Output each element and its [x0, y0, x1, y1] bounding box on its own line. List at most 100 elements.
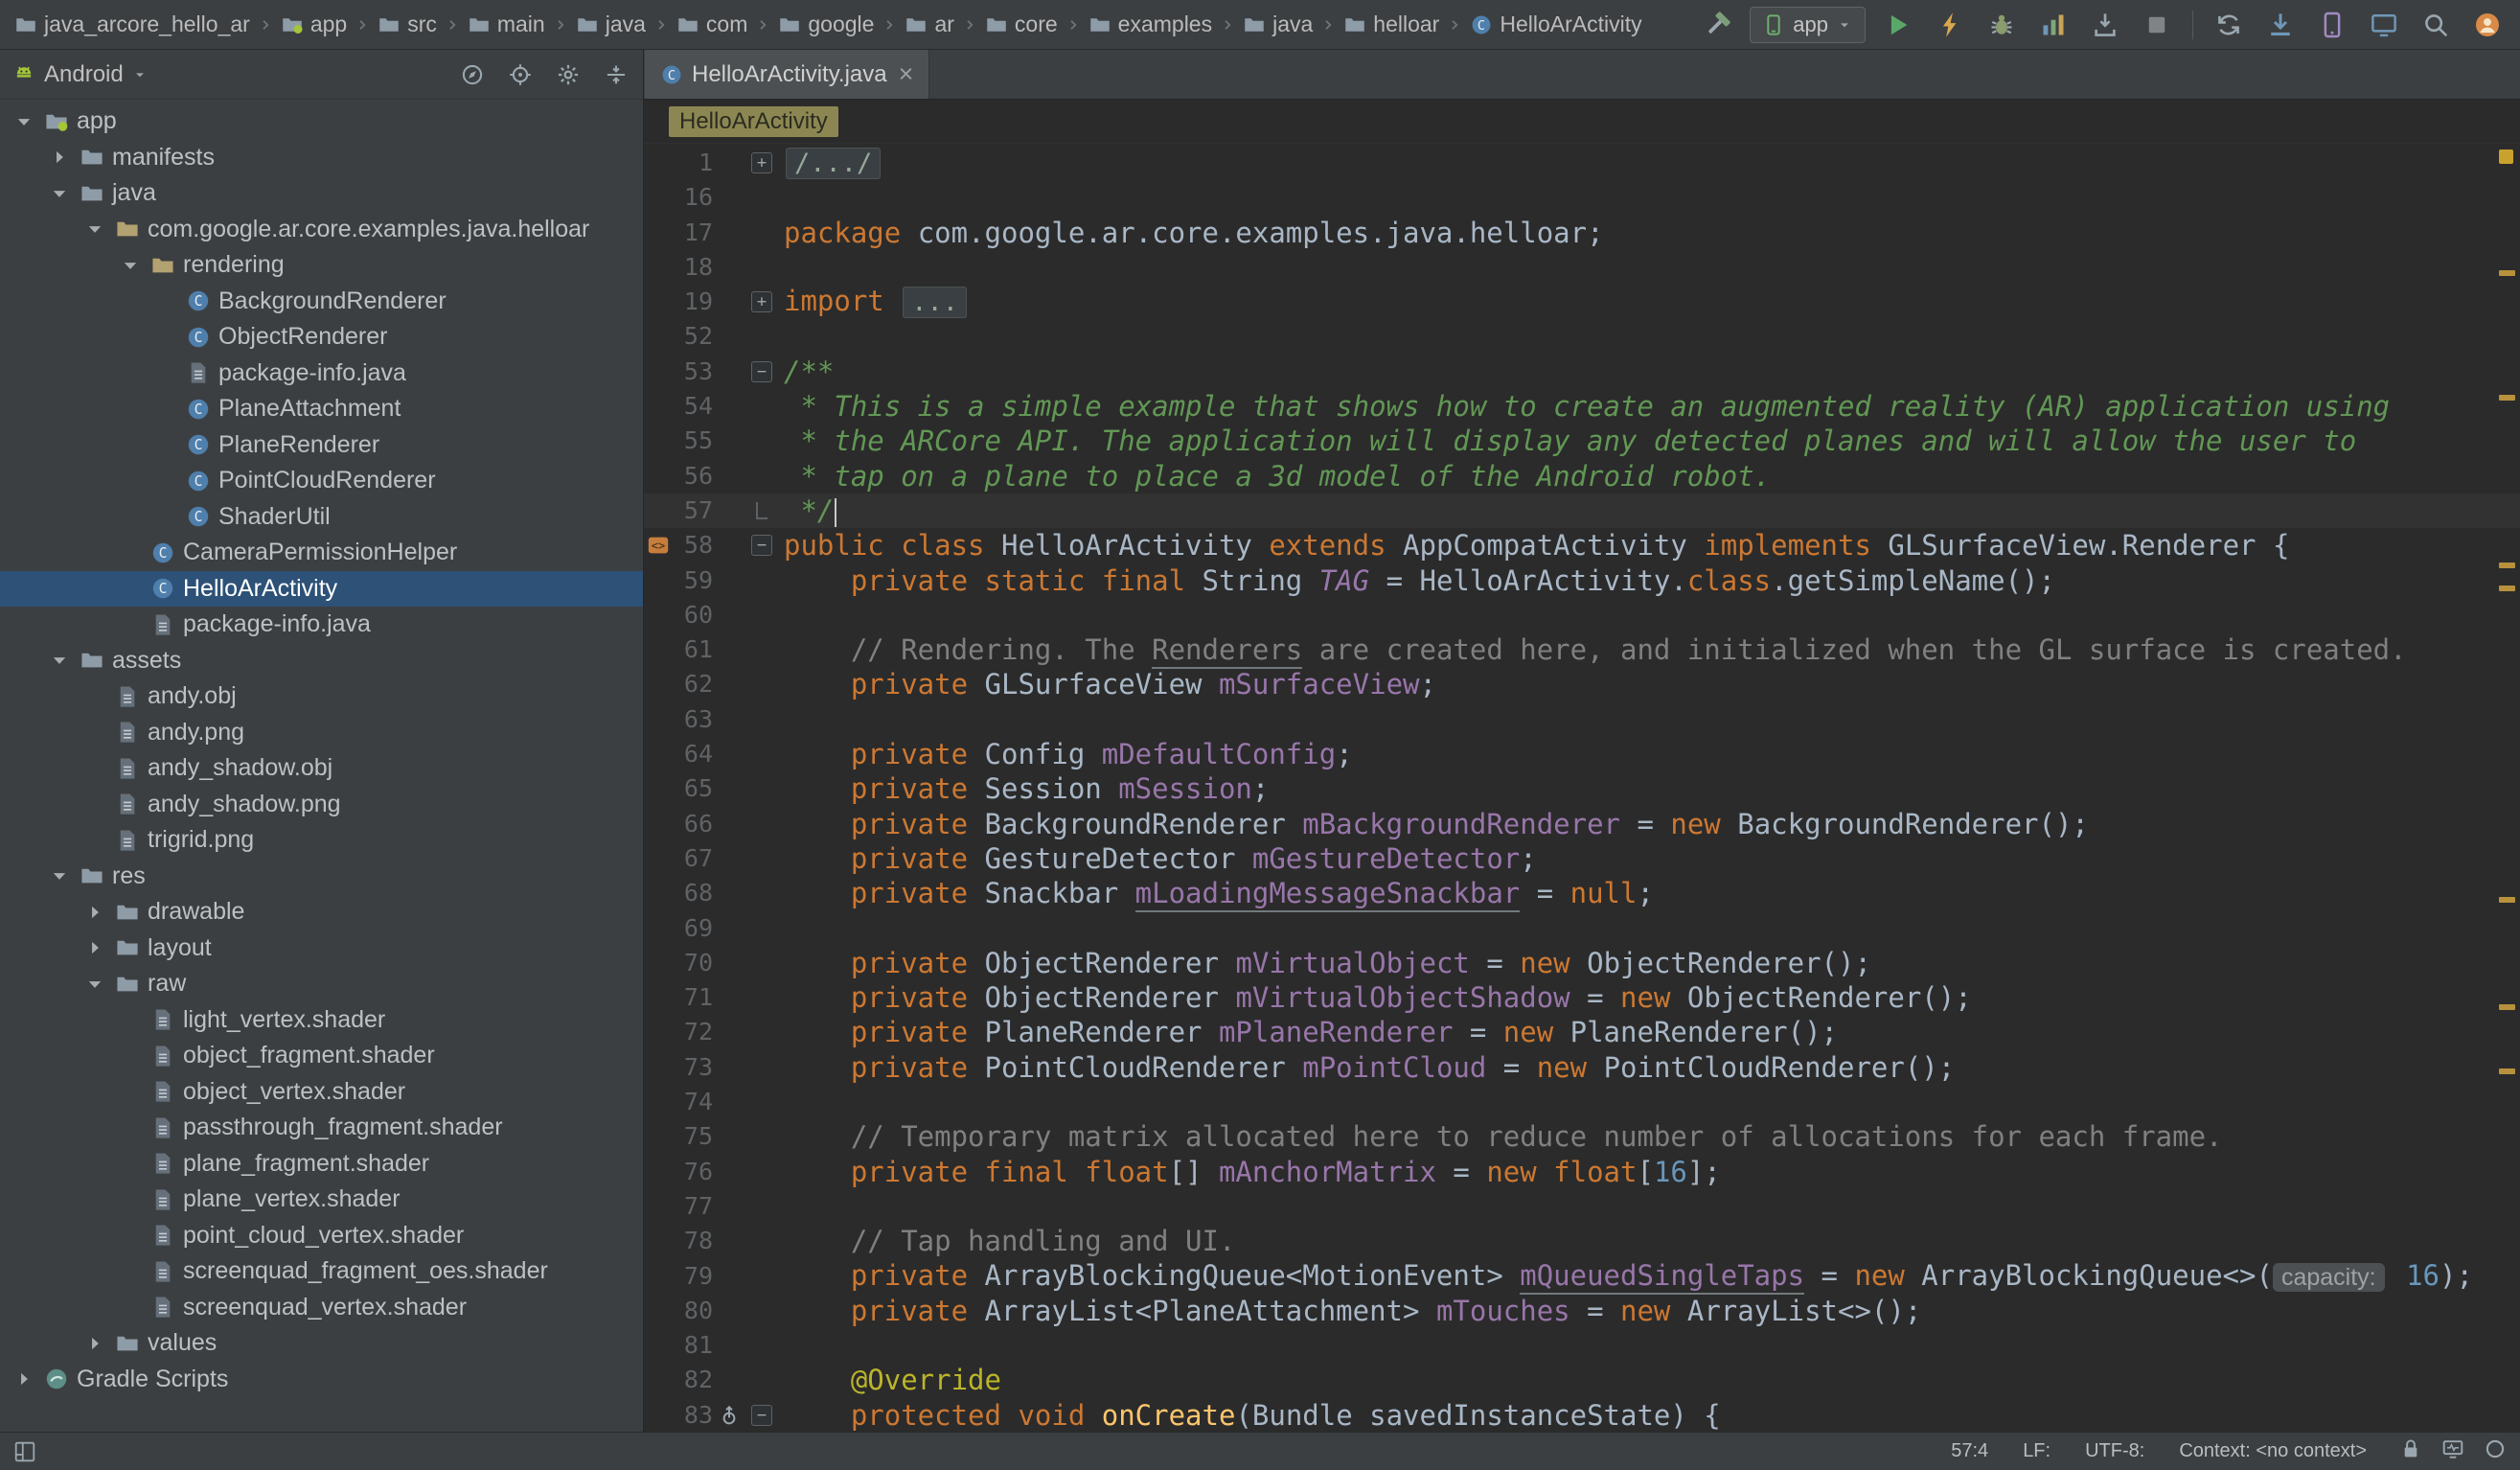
code-line-58[interactable]: <>58−public class HelloArActivity extend… [644, 528, 2520, 563]
tree-item-values[interactable]: values [0, 1325, 643, 1362]
code-line-52[interactable]: 52 [644, 319, 2520, 354]
warning-stripe-mark[interactable] [2499, 897, 2515, 903]
code-text[interactable]: import ... [778, 284, 969, 320]
code-text[interactable]: private Snackbar mLoadingMessageSnackbar… [778, 876, 1654, 910]
code-text[interactable]: // Rendering. The Renderers are created … [778, 632, 2407, 667]
code-line-16[interactable]: 16 [644, 180, 2520, 215]
collapse-button[interactable] [601, 59, 631, 90]
code-line-76[interactable]: 76 private final float[] mAnchorMatrix =… [644, 1155, 2520, 1189]
tab-helloaractivity-java[interactable]: C HelloArActivity.java × [645, 50, 929, 99]
code-text[interactable]: private GLSurfaceView mSurfaceView; [778, 667, 1436, 701]
status-caret-position[interactable]: 57:4 [1951, 1440, 1988, 1462]
tree-item-app[interactable]: app [0, 103, 643, 140]
tree-item-gradle-scripts[interactable]: Gradle Scripts [0, 1362, 643, 1398]
tree-item-camerapermissionhelper[interactable]: CCameraPermissionHelper [0, 535, 643, 571]
tree-item-shaderutil[interactable]: CShaderUtil [0, 499, 643, 536]
tree-item-passthrough-fragment-shader[interactable]: passthrough_fragment.shader [0, 1110, 643, 1146]
code-text[interactable]: private ArrayBlockingQueue<MotionEvent> … [778, 1258, 2473, 1295]
tree-item-plane-vertex-shader[interactable]: plane_vertex.shader [0, 1182, 643, 1218]
code-line-56[interactable]: 56 * tap on a plane to place a 3d model … [644, 459, 2520, 494]
compass-button[interactable] [457, 59, 488, 90]
code-line-78[interactable]: 78 // Tap handling and UI. [644, 1224, 2520, 1258]
path-item-helloar[interactable]: helloar [1339, 10, 1444, 39]
warning-stripe-mark[interactable] [2499, 563, 2515, 568]
code-line-81[interactable]: 81 [644, 1328, 2520, 1363]
code-line-53[interactable]: 53−/** [644, 355, 2520, 389]
error-stripe-scrollbar[interactable] [2493, 144, 2520, 1432]
apply-changes-button[interactable] [1931, 6, 1969, 44]
tree-item-andy-shadow-png[interactable]: andy_shadow.png [0, 787, 643, 823]
code-text[interactable]: public class HelloArActivity extends App… [778, 528, 2289, 563]
code-text[interactable]: private BackgroundRenderer mBackgroundRe… [778, 807, 2089, 841]
code-line-72[interactable]: 72 private PlaneRenderer mPlaneRenderer … [644, 1015, 2520, 1049]
warning-stripe-mark[interactable] [2499, 270, 2515, 276]
fold-marker-expanded[interactable]: − [751, 535, 772, 556]
run-button[interactable] [1879, 6, 1917, 44]
status-status-circle-button[interactable] [2484, 1437, 2507, 1466]
code-line-54[interactable]: 54 * This is a simple example that shows… [644, 389, 2520, 424]
code-text[interactable]: private Session mSession; [778, 771, 1269, 806]
code-text[interactable]: // Temporary matrix allocated here to re… [778, 1119, 2223, 1154]
code-text[interactable]: * tap on a plane to place a 3d model of … [778, 459, 1771, 494]
code-text[interactable]: /.../ [778, 145, 882, 181]
code-line-66[interactable]: 66 private BackgroundRenderer mBackgroun… [644, 807, 2520, 841]
status-line-ending[interactable]: LF: [2023, 1440, 2050, 1462]
code-line-75[interactable]: 75 // Temporary matrix allocated here to… [644, 1119, 2520, 1154]
tree-item-backgroundrenderer[interactable]: CBackgroundRenderer [0, 284, 643, 320]
status-encoding[interactable]: UTF-8: [2085, 1440, 2144, 1462]
warning-stripe-mark[interactable] [2499, 1068, 2515, 1074]
code-line-77[interactable]: 77 [644, 1189, 2520, 1224]
tree-item-pointcloudrenderer[interactable]: CPointCloudRenderer [0, 463, 643, 499]
stop-button[interactable] [2138, 6, 2176, 44]
fold-marker-collapsed[interactable]: + [751, 291, 772, 312]
code-line-65[interactable]: 65 private Session mSession; [644, 771, 2520, 806]
gutter-annotation[interactable] [713, 1404, 745, 1427]
tree-item-planeattachment[interactable]: CPlaneAttachment [0, 391, 643, 427]
code-line-74[interactable]: 74 [644, 1085, 2520, 1119]
tree-item-raw[interactable]: raw [0, 966, 643, 1002]
tree-item-trigrid-png[interactable]: trigrid.png [0, 822, 643, 859]
tree-item-java[interactable]: java [0, 175, 643, 212]
code-line-57[interactable]: 57 */ [644, 494, 2520, 528]
toolwindow-toggle-icon[interactable] [13, 1440, 36, 1463]
tree-item-screenquad-fragment-oes-shader[interactable]: screenquad_fragment_oes.shader [0, 1253, 643, 1290]
tree-item-package-info-java[interactable]: package-info.java [0, 607, 643, 643]
gear-button[interactable] [553, 59, 584, 90]
path-item-examples[interactable]: examples [1084, 10, 1217, 39]
fold-marker-collapsed[interactable]: + [751, 152, 772, 173]
tree-item-com-google-ar-core-examples-java-helloar[interactable]: com.google.ar.core.examples.java.helloar [0, 212, 643, 248]
warning-stripe-mark[interactable] [2499, 1004, 2515, 1010]
tree-item-plane-fragment-shader[interactable]: plane_fragment.shader [0, 1146, 643, 1183]
code-line-73[interactable]: 73 private PointCloudRenderer mPointClou… [644, 1050, 2520, 1085]
path-item-core[interactable]: core [980, 10, 1063, 39]
target-button[interactable] [505, 59, 536, 90]
code-text[interactable]: */ [778, 494, 836, 528]
code-line-64[interactable]: 64 private Config mDefaultConfig; [644, 737, 2520, 771]
code-text[interactable]: // Tap handling and UI. [778, 1224, 1235, 1258]
tree-item-helloaractivity[interactable]: CHelloArActivity [0, 571, 643, 608]
path-item-com[interactable]: com [672, 10, 752, 39]
tree-item-andy-shadow-obj[interactable]: andy_shadow.obj [0, 750, 643, 787]
warning-stripe-mark[interactable] [2499, 395, 2515, 401]
path-item-java_arcore_hello_ar[interactable]: java_arcore_hello_ar [10, 10, 255, 39]
build-hammer-button[interactable] [1698, 6, 1736, 44]
code-line-70[interactable]: 70 private ObjectRenderer mVirtualObject… [644, 946, 2520, 980]
tree-item-drawable[interactable]: drawable [0, 894, 643, 930]
code-text[interactable]: private ObjectRenderer mVirtualObjectSha… [778, 980, 1972, 1015]
code-line-61[interactable]: 61 // Rendering. The Renderers are creat… [644, 632, 2520, 667]
fold-marker-end[interactable] [756, 502, 767, 519]
code-text[interactable]: private PlaneRenderer mPlaneRenderer = n… [778, 1015, 1838, 1049]
code-text[interactable]: * This is a simple example that shows ho… [778, 389, 2390, 424]
tree-item-planerenderer[interactable]: CPlaneRenderer [0, 427, 643, 464]
tree-item-res[interactable]: res [0, 859, 643, 895]
status-event-monitor-button[interactable] [2441, 1437, 2464, 1466]
sdk-download-button[interactable] [2261, 6, 2300, 44]
path-item-src[interactable]: src [373, 10, 442, 39]
device-monitor-button[interactable] [2365, 6, 2403, 44]
code-line-83[interactable]: 83− protected void onCreate(Bundle saved… [644, 1398, 2520, 1432]
warning-stripe-mark[interactable] [2499, 586, 2515, 591]
close-tab-icon[interactable]: × [899, 61, 914, 87]
code-line-69[interactable]: 69 [644, 911, 2520, 946]
code-line-55[interactable]: 55 * the ARCore API. The application wil… [644, 424, 2520, 458]
tree-item-point-cloud-vertex-shader[interactable]: point_cloud_vertex.shader [0, 1218, 643, 1254]
